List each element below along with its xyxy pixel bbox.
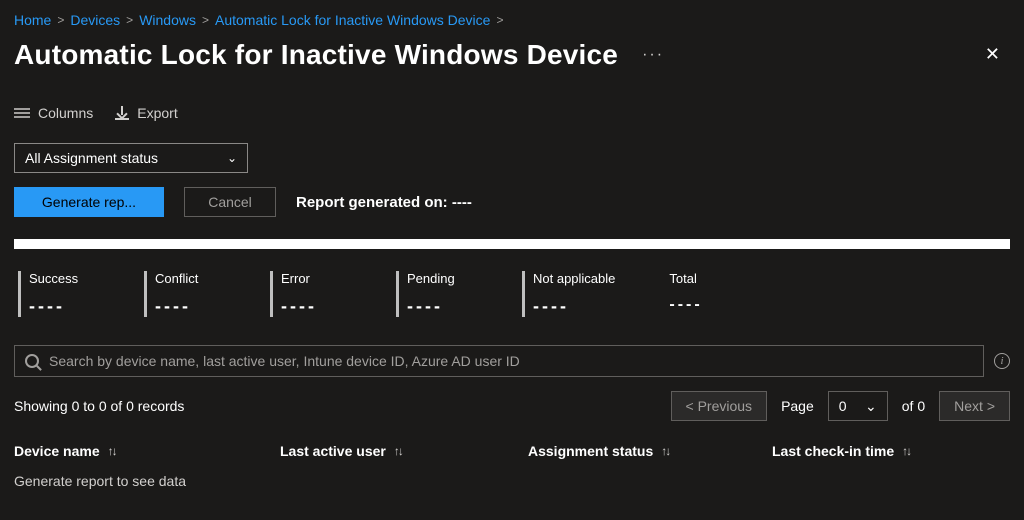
search-input[interactable] [49, 353, 973, 369]
records-count-text: Showing 0 to 0 of 0 records [14, 398, 184, 414]
metric-value: ---- [533, 296, 615, 317]
filter-row: All Assignment status ⌄ [14, 143, 1010, 173]
breadcrumb: Home > Devices > Windows > Automatic Loc… [14, 12, 1010, 28]
search-box[interactable] [14, 345, 984, 377]
search-row: i [14, 345, 1010, 377]
metric-value: ---- [669, 296, 741, 314]
export-label: Export [137, 105, 177, 121]
chevron-down-icon: ⌄ [227, 151, 237, 165]
metric-conflict: Conflict ---- [144, 271, 216, 317]
pager-controls: < Previous Page 0 ⌄ of 0 Next > [671, 391, 1010, 421]
metric-total: Total ---- [669, 271, 741, 317]
sort-arrows-icon: ↑↓ [394, 444, 402, 458]
metric-not-applicable: Not applicable ---- [522, 271, 615, 317]
assignment-status-value: All Assignment status [25, 150, 158, 166]
col-label: Last active user [280, 443, 386, 459]
col-device-name[interactable]: Device name ↑↓ [14, 443, 280, 459]
metric-value: ---- [281, 296, 342, 317]
current-page: 0 [839, 398, 847, 414]
info-icon[interactable]: i [994, 353, 1010, 369]
columns-label: Columns [38, 105, 93, 121]
sort-arrows-icon: ↑↓ [108, 444, 116, 458]
search-icon [25, 354, 39, 368]
table-header: Device name ↑↓ Last active user ↑↓ Assig… [14, 439, 1010, 469]
breadcrumb-home[interactable]: Home [14, 12, 51, 28]
metric-error: Error ---- [270, 271, 342, 317]
action-row: Generate rep... Cancel Report generated … [14, 187, 1010, 217]
export-button[interactable]: Export [115, 105, 177, 121]
table-empty-message: Generate report to see data [14, 469, 1010, 489]
assignment-status-select[interactable]: All Assignment status ⌄ [14, 143, 248, 173]
breadcrumb-current[interactable]: Automatic Lock for Inactive Windows Devi… [215, 12, 490, 28]
next-page-button[interactable]: Next > [939, 391, 1010, 421]
breadcrumb-devices[interactable]: Devices [70, 12, 120, 28]
chevron-right-icon: > [496, 13, 503, 27]
title-row: Automatic Lock for Inactive Windows Devi… [14, 38, 1010, 71]
pager-row: Showing 0 to 0 of 0 records < Previous P… [14, 391, 1010, 421]
metric-label: Not applicable [533, 271, 615, 286]
col-label: Assignment status [528, 443, 653, 459]
breadcrumb-windows[interactable]: Windows [139, 12, 196, 28]
metric-value: ---- [155, 296, 216, 317]
more-actions-button[interactable]: ··· [636, 42, 670, 68]
page-label: Page [781, 398, 814, 414]
generate-report-button[interactable]: Generate rep... [14, 187, 164, 217]
col-label: Last check-in time [772, 443, 894, 459]
sort-arrows-icon: ↑↓ [902, 444, 910, 458]
columns-icon [14, 106, 30, 120]
metric-label: Error [281, 271, 342, 286]
metric-value: ---- [407, 296, 468, 317]
col-label: Device name [14, 443, 100, 459]
chevron-right-icon: > [126, 13, 133, 27]
page-select[interactable]: 0 ⌄ [828, 391, 888, 421]
col-last-active-user[interactable]: Last active user ↑↓ [280, 443, 528, 459]
sort-arrows-icon: ↑↓ [661, 444, 669, 458]
metric-value: ---- [29, 296, 90, 317]
col-last-check-in-time[interactable]: Last check-in time ↑↓ [772, 443, 1010, 459]
previous-page-button[interactable]: < Previous [671, 391, 768, 421]
metric-label: Pending [407, 271, 468, 286]
chevron-right-icon: > [57, 13, 64, 27]
metric-success: Success ---- [18, 271, 90, 317]
cancel-button[interactable]: Cancel [184, 187, 276, 217]
page-title: Automatic Lock for Inactive Windows Devi… [14, 39, 618, 71]
progress-bar [14, 239, 1010, 249]
metric-label: Conflict [155, 271, 216, 286]
chevron-right-icon: > [202, 13, 209, 27]
metric-pending: Pending ---- [396, 271, 468, 317]
report-generated-text: Report generated on: ---- [296, 194, 472, 211]
columns-button[interactable]: Columns [14, 105, 93, 121]
chevron-down-icon: ⌄ [865, 398, 877, 415]
metrics-row: Success ---- Conflict ---- Error ---- Pe… [14, 271, 1010, 317]
download-icon [115, 106, 129, 120]
metric-label: Success [29, 271, 90, 286]
of-label: of 0 [902, 398, 925, 414]
col-assignment-status[interactable]: Assignment status ↑↓ [528, 443, 772, 459]
toolbar: Columns Export [14, 105, 1010, 121]
close-button[interactable]: ✕ [975, 38, 1010, 71]
metric-label: Total [669, 271, 741, 286]
